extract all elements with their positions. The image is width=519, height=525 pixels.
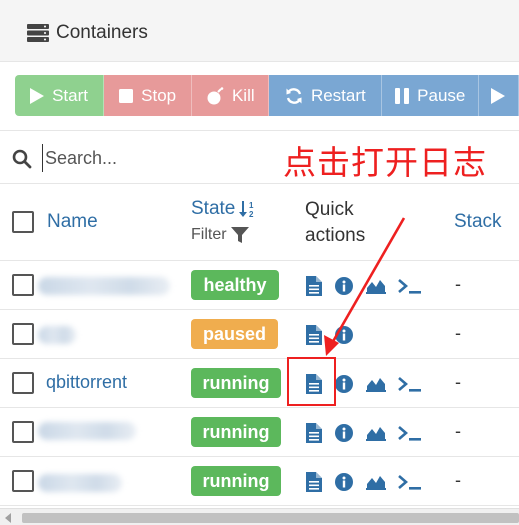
status-badge: running <box>191 368 281 398</box>
pause-icon <box>395 87 410 104</box>
resume-button[interactable] <box>479 75 519 116</box>
horizontal-scrollbar[interactable] <box>0 508 519 525</box>
stack-value: - <box>455 323 461 343</box>
play-icon <box>491 87 506 104</box>
annotation-highlight-box <box>287 357 336 406</box>
search-input[interactable] <box>42 144 262 172</box>
stats-icon[interactable] <box>366 278 386 294</box>
server-icon <box>27 24 49 42</box>
svg-text:1: 1 <box>249 201 254 210</box>
stack-value: - <box>455 372 461 392</box>
column-header-quick-actions: Quick actions <box>305 197 395 249</box>
info-icon[interactable] <box>335 326 353 344</box>
refresh-icon <box>286 87 302 104</box>
status-badge: paused <box>191 319 278 349</box>
info-icon[interactable] <box>335 473 353 491</box>
scroll-left-arrow-icon[interactable] <box>5 513 11 523</box>
info-icon[interactable] <box>335 424 353 442</box>
play-icon <box>30 87 45 104</box>
console-icon[interactable] <box>398 376 422 392</box>
start-button-label: Start <box>52 85 88 105</box>
quick-actions-line2: actions <box>305 225 366 246</box>
stop-button-label: Stop <box>141 85 177 105</box>
restart-button[interactable]: Restart <box>269 75 383 116</box>
start-button[interactable]: Start <box>15 75 105 116</box>
stats-icon[interactable] <box>366 376 386 392</box>
column-header-stack[interactable]: Stack <box>454 211 502 233</box>
bomb-icon <box>207 86 224 104</box>
page-title: Containers <box>56 22 148 43</box>
select-all-checkbox[interactable] <box>12 211 34 233</box>
status-badge: running <box>191 466 281 496</box>
stack-value: - <box>455 470 461 490</box>
stats-icon[interactable] <box>366 425 386 441</box>
state-filter[interactable]: Filter <box>191 226 249 244</box>
logs-icon[interactable] <box>306 325 322 345</box>
info-icon[interactable] <box>335 277 353 295</box>
redacted-container-name[interactable] <box>38 474 122 492</box>
row-checkbox[interactable] <box>12 470 34 492</box>
stop-icon <box>119 88 134 103</box>
console-icon[interactable] <box>398 278 422 294</box>
container-name-link[interactable]: qbittorrent <box>46 372 127 393</box>
table-row: qbittorrent running - <box>0 359 519 408</box>
svg-text:2: 2 <box>249 210 254 218</box>
restart-button-label: Restart <box>310 85 366 105</box>
logs-icon[interactable] <box>306 423 322 443</box>
pause-button[interactable]: Pause <box>382 75 480 116</box>
status-badge: running <box>191 417 281 447</box>
stop-button[interactable]: Stop <box>104 75 193 116</box>
search-icon <box>12 149 32 169</box>
page-header: Containers <box>0 0 519 62</box>
row-checkbox[interactable] <box>12 323 34 345</box>
column-header-state[interactable]: State 1 2 <box>191 198 259 220</box>
stack-value: - <box>455 421 461 441</box>
table-header: Name State 1 2 Filter Quick actions Stac… <box>0 185 519 261</box>
sort-icon: 1 2 <box>239 201 254 218</box>
column-header-name[interactable]: Name <box>47 211 98 233</box>
logs-icon[interactable] <box>306 276 322 296</box>
redacted-container-name[interactable] <box>38 422 136 440</box>
console-icon[interactable] <box>398 474 422 490</box>
pause-button-label: Pause <box>417 85 466 105</box>
column-header-state-label: State <box>191 198 236 219</box>
info-icon[interactable] <box>335 375 353 393</box>
redacted-container-name[interactable] <box>38 326 76 344</box>
row-checkbox[interactable] <box>12 372 34 394</box>
row-checkbox[interactable] <box>12 274 34 296</box>
kill-button-label: Kill <box>231 85 255 105</box>
table-row: healthy - <box>0 261 519 310</box>
console-icon[interactable] <box>398 425 422 441</box>
quick-actions-line1: Quick <box>305 199 354 220</box>
redacted-container-name[interactable] <box>38 277 170 295</box>
kill-button[interactable]: Kill <box>192 75 270 116</box>
scrollbar-thumb[interactable] <box>22 513 519 523</box>
state-filter-label: Filter <box>191 226 227 243</box>
stats-icon[interactable] <box>366 474 386 490</box>
logs-icon[interactable] <box>306 472 322 492</box>
table-row: paused - <box>0 310 519 359</box>
row-checkbox[interactable] <box>12 421 34 443</box>
status-badge: healthy <box>191 270 279 300</box>
table-row: running - <box>0 457 519 506</box>
container-actions-toolbar: Start Stop Kill Restart Pause <box>15 75 519 116</box>
table-row: running - <box>0 408 519 457</box>
annotation-text: 点击打开日志 <box>283 143 487 182</box>
stack-value: - <box>455 274 461 294</box>
filter-icon <box>230 227 249 243</box>
